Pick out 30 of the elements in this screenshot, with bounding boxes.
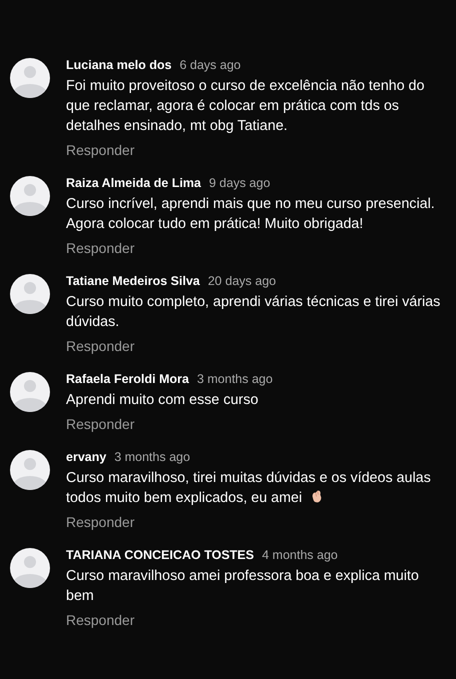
- comment-time: 3 months ago: [196, 372, 273, 386]
- avatar-icon: [10, 274, 50, 314]
- avatar-icon: [10, 58, 50, 98]
- comment-time: 4 months ago: [262, 548, 338, 562]
- reply-link[interactable]: Responder: [66, 336, 134, 356]
- comment-text: Curso muito completo, aprendi várias técnicas e tirei várias dúvidas.: [66, 293, 442, 332]
- avatar-icon: [10, 176, 50, 216]
- author-name: Raiza Almeida de Lima: [66, 176, 201, 190]
- author-name: ervany: [66, 450, 106, 464]
- comment-text: Curso incrível, aprendi mais que no meu curso presencial. Agora colocar tudo em prática! Muito obrigada!: [66, 195, 436, 234]
- reply-link[interactable]: Responder: [66, 414, 134, 434]
- author-name: Luciana melo dos: [66, 58, 172, 72]
- author-name: Tatiane Medeiros Silva: [66, 274, 200, 288]
- comment-time: 20 days ago: [208, 274, 276, 288]
- avatar-icon: [10, 450, 50, 490]
- reply-link[interactable]: Responder: [66, 512, 134, 532]
- reply-link[interactable]: Responder: [66, 140, 134, 160]
- comment-text: Curso maravilhoso, tirei muitas dúvidas e os vídeos aulas todos muito bem explicados, eu amei: [66, 469, 432, 508]
- comment-time: 3 months ago: [114, 450, 190, 464]
- comment-text: Aprendi muito com esse curso: [66, 391, 260, 410]
- avatar-icon: [10, 548, 50, 588]
- comment-text: Foi muito proveitoso o curso de excelência não tenho do que reclamar, agora é colocar em prática com tds os detalhes ensinado, mt obg Tatiane.: [66, 77, 426, 136]
- author-name: Rafaela Feroldi Mora: [66, 372, 189, 386]
- comment-time: 6 days ago: [180, 58, 241, 72]
- reply-link[interactable]: Responder: [66, 238, 134, 258]
- avatar-icon: [10, 372, 50, 412]
- reply-link[interactable]: Responder: [66, 610, 134, 630]
- author-name: TARIANA CONCEICAO TOSTES: [66, 548, 254, 562]
- comment-time: 9 days ago: [209, 176, 270, 190]
- comment-text: Curso maravilhoso amei professora boa e explica muito bem: [66, 567, 420, 606]
